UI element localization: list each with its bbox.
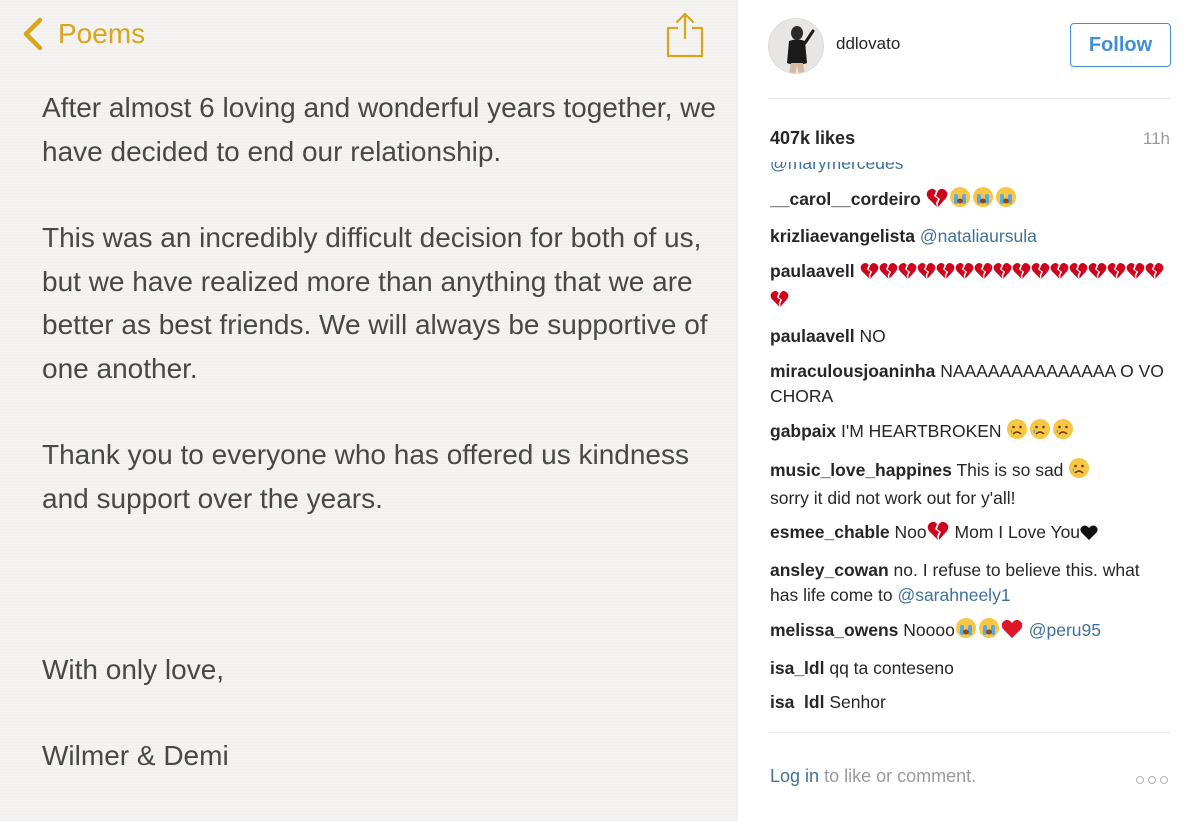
instagram-panel: ddlovato Follow 407k likes 11h @marymerc… bbox=[738, 0, 1200, 821]
comment-text: Noo bbox=[894, 522, 927, 542]
note-paragraph-1: After almost 6 loving and wonderful year… bbox=[42, 92, 716, 167]
red-heart-icon bbox=[1001, 619, 1023, 646]
crying-face-icon bbox=[978, 617, 1000, 646]
post-time: 11h bbox=[1142, 129, 1170, 148]
broken-heart-icon bbox=[955, 262, 974, 287]
comment-text: NO bbox=[859, 326, 886, 346]
broken-heart-icon bbox=[927, 521, 949, 548]
note-signature: Wilmer & Demi bbox=[42, 740, 229, 771]
broken-heart-icon bbox=[974, 262, 993, 287]
broken-heart-icon bbox=[898, 262, 917, 287]
note-paragraph-2: This was an incredibly difficult decisio… bbox=[42, 222, 708, 384]
list-item: @marymercedes bbox=[770, 162, 1172, 176]
mention-link[interactable]: @sarahneely1 bbox=[897, 585, 1010, 605]
note-paragraph-3: Thank you to everyone who has offered us… bbox=[42, 439, 689, 514]
broken-heart-icon bbox=[860, 262, 879, 287]
comment-text: Mom I Love You bbox=[954, 522, 1081, 542]
notes-header: Poems bbox=[0, 0, 738, 70]
comment-text: I'M HEARTBROKEN bbox=[841, 421, 1002, 441]
list-item: music_love_happines This is so sad sorry… bbox=[770, 457, 1172, 511]
comment-username[interactable]: isa_ldl bbox=[770, 658, 824, 678]
back-button[interactable]: Poems bbox=[18, 14, 145, 54]
broken-heart-icon bbox=[917, 262, 936, 287]
share-icon[interactable] bbox=[664, 6, 706, 58]
sad-face-icon bbox=[1052, 418, 1074, 447]
broken-heart-icon bbox=[1107, 262, 1126, 287]
back-chevron-icon bbox=[23, 17, 43, 51]
avatar-image bbox=[769, 19, 823, 73]
login-prompt: Log in to like or comment. bbox=[770, 766, 976, 787]
broken-heart-icon bbox=[1069, 262, 1088, 287]
back-label: Poems bbox=[58, 18, 146, 49]
comment-username[interactable]: ansley_cowan bbox=[770, 560, 889, 580]
list-item: krizliaevangelista @nataliaursula bbox=[770, 224, 1172, 249]
comment-username[interactable]: melissa_owens bbox=[770, 620, 898, 640]
comment-username[interactable]: krizliaevangelista bbox=[770, 226, 915, 246]
comment-text: This is so sad bbox=[956, 459, 1064, 480]
list-item: paulaavell NO bbox=[770, 324, 1172, 349]
more-options-icon[interactable] bbox=[1136, 776, 1172, 786]
mention-link[interactable]: @nataliaursula bbox=[920, 226, 1037, 246]
login-link[interactable]: Log in bbox=[770, 766, 819, 786]
list-item: isa_ldl Senhor bbox=[770, 690, 1172, 708]
crying-face-icon bbox=[995, 186, 1017, 215]
comment-text: Noooo bbox=[903, 620, 955, 640]
dot bbox=[1136, 776, 1144, 784]
comment-text: Senhor bbox=[829, 692, 886, 708]
likes-count[interactable]: 407k likes bbox=[770, 128, 855, 149]
avatar[interactable] bbox=[768, 18, 824, 74]
comment-username[interactable]: music_love_happines bbox=[770, 460, 952, 480]
broken-heart-icon bbox=[993, 262, 1012, 287]
comment-username[interactable]: __carol__cordeiro bbox=[770, 189, 921, 209]
crying-face-icon bbox=[955, 617, 977, 646]
broken-heart-icon bbox=[926, 188, 948, 215]
list-item: esmee_chable Noo Mom I Love You bbox=[770, 520, 1172, 548]
divider bbox=[768, 732, 1170, 733]
broken-heart-icon bbox=[1050, 262, 1069, 287]
note-closing: With only love, bbox=[42, 654, 225, 685]
comment-username[interactable]: gabpaix bbox=[770, 421, 836, 441]
crying-face-icon bbox=[972, 186, 994, 215]
list-item: paulaavell bbox=[770, 259, 1172, 315]
comment-username[interactable]: isa_ldl bbox=[770, 692, 824, 708]
notes-panel: Poems After almost 6 loving and wonderfu… bbox=[0, 0, 738, 821]
crying-face-icon bbox=[949, 186, 971, 215]
sad-face-icon bbox=[1006, 418, 1028, 447]
list-item: miraculousjoaninha NAAAAAAAAAAAAAA O VO … bbox=[770, 359, 1172, 409]
login-prompt-text: to like or comment. bbox=[824, 766, 977, 786]
broken-heart-icon bbox=[1145, 262, 1164, 287]
list-item: ansley_cowan no. I refuse to believe thi… bbox=[770, 558, 1172, 608]
comment-text: sorry it did not work out for y'all! bbox=[770, 487, 1016, 508]
dot bbox=[1148, 776, 1156, 784]
broken-heart-icon bbox=[770, 290, 789, 315]
comment-username[interactable]: paulaavell bbox=[770, 261, 855, 281]
divider bbox=[768, 98, 1170, 99]
mention-link[interactable]: @marymercedes bbox=[770, 162, 904, 173]
broken-heart-icon bbox=[1012, 262, 1031, 287]
comment-username[interactable]: miraculousjoaninha bbox=[770, 361, 935, 381]
broken-heart-icon bbox=[1031, 262, 1050, 287]
list-item: gabpaix I'M HEARTBROKEN bbox=[770, 418, 1172, 447]
dot bbox=[1160, 776, 1168, 784]
list-item: melissa_owens Noooo @peru95 bbox=[770, 617, 1172, 646]
follow-button[interactable]: Follow bbox=[1070, 23, 1171, 67]
mention-link[interactable]: @peru95 bbox=[1029, 620, 1101, 640]
broken-heart-icon bbox=[1126, 262, 1145, 287]
broken-heart-icon bbox=[879, 262, 898, 287]
sad-face-icon bbox=[1029, 418, 1051, 447]
sad-face-icon bbox=[1068, 457, 1090, 486]
comment-username[interactable]: esmee_chable bbox=[770, 522, 890, 542]
note-body[interactable]: After almost 6 loving and wonderful year… bbox=[42, 86, 722, 520]
list-item: __carol__cordeiro bbox=[770, 186, 1172, 215]
black-heart-icon bbox=[1080, 523, 1098, 548]
username[interactable]: ddlovato bbox=[836, 34, 900, 54]
comments-list[interactable]: @marymercedes __carol__cordeiro krizliae… bbox=[770, 162, 1172, 708]
broken-heart-icon bbox=[936, 262, 955, 287]
broken-heart-icon bbox=[1088, 262, 1107, 287]
list-item: isa_ldl qq ta conteseno bbox=[770, 656, 1172, 681]
comment-username[interactable]: paulaavell bbox=[770, 326, 855, 346]
comment-text: qq ta conteseno bbox=[829, 657, 954, 678]
